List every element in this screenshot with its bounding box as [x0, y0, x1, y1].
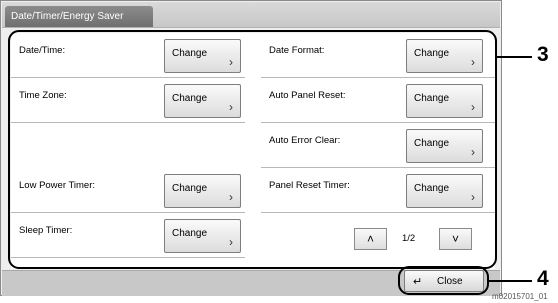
callout-3-leader-line [497, 56, 532, 58]
window-title: Date/Timer/Energy Saver [5, 6, 153, 27]
callout-4-leader-line [489, 280, 532, 282]
close-highlight-outline [398, 266, 489, 295]
settings-highlight-outline [8, 30, 497, 269]
callout-4-marker: 4 [537, 267, 549, 290]
callout-3-marker: 3 [537, 43, 549, 66]
reference-code: m02015701_01 [492, 292, 548, 301]
title-bar: Date/Timer/Energy Saver [2, 2, 500, 28]
